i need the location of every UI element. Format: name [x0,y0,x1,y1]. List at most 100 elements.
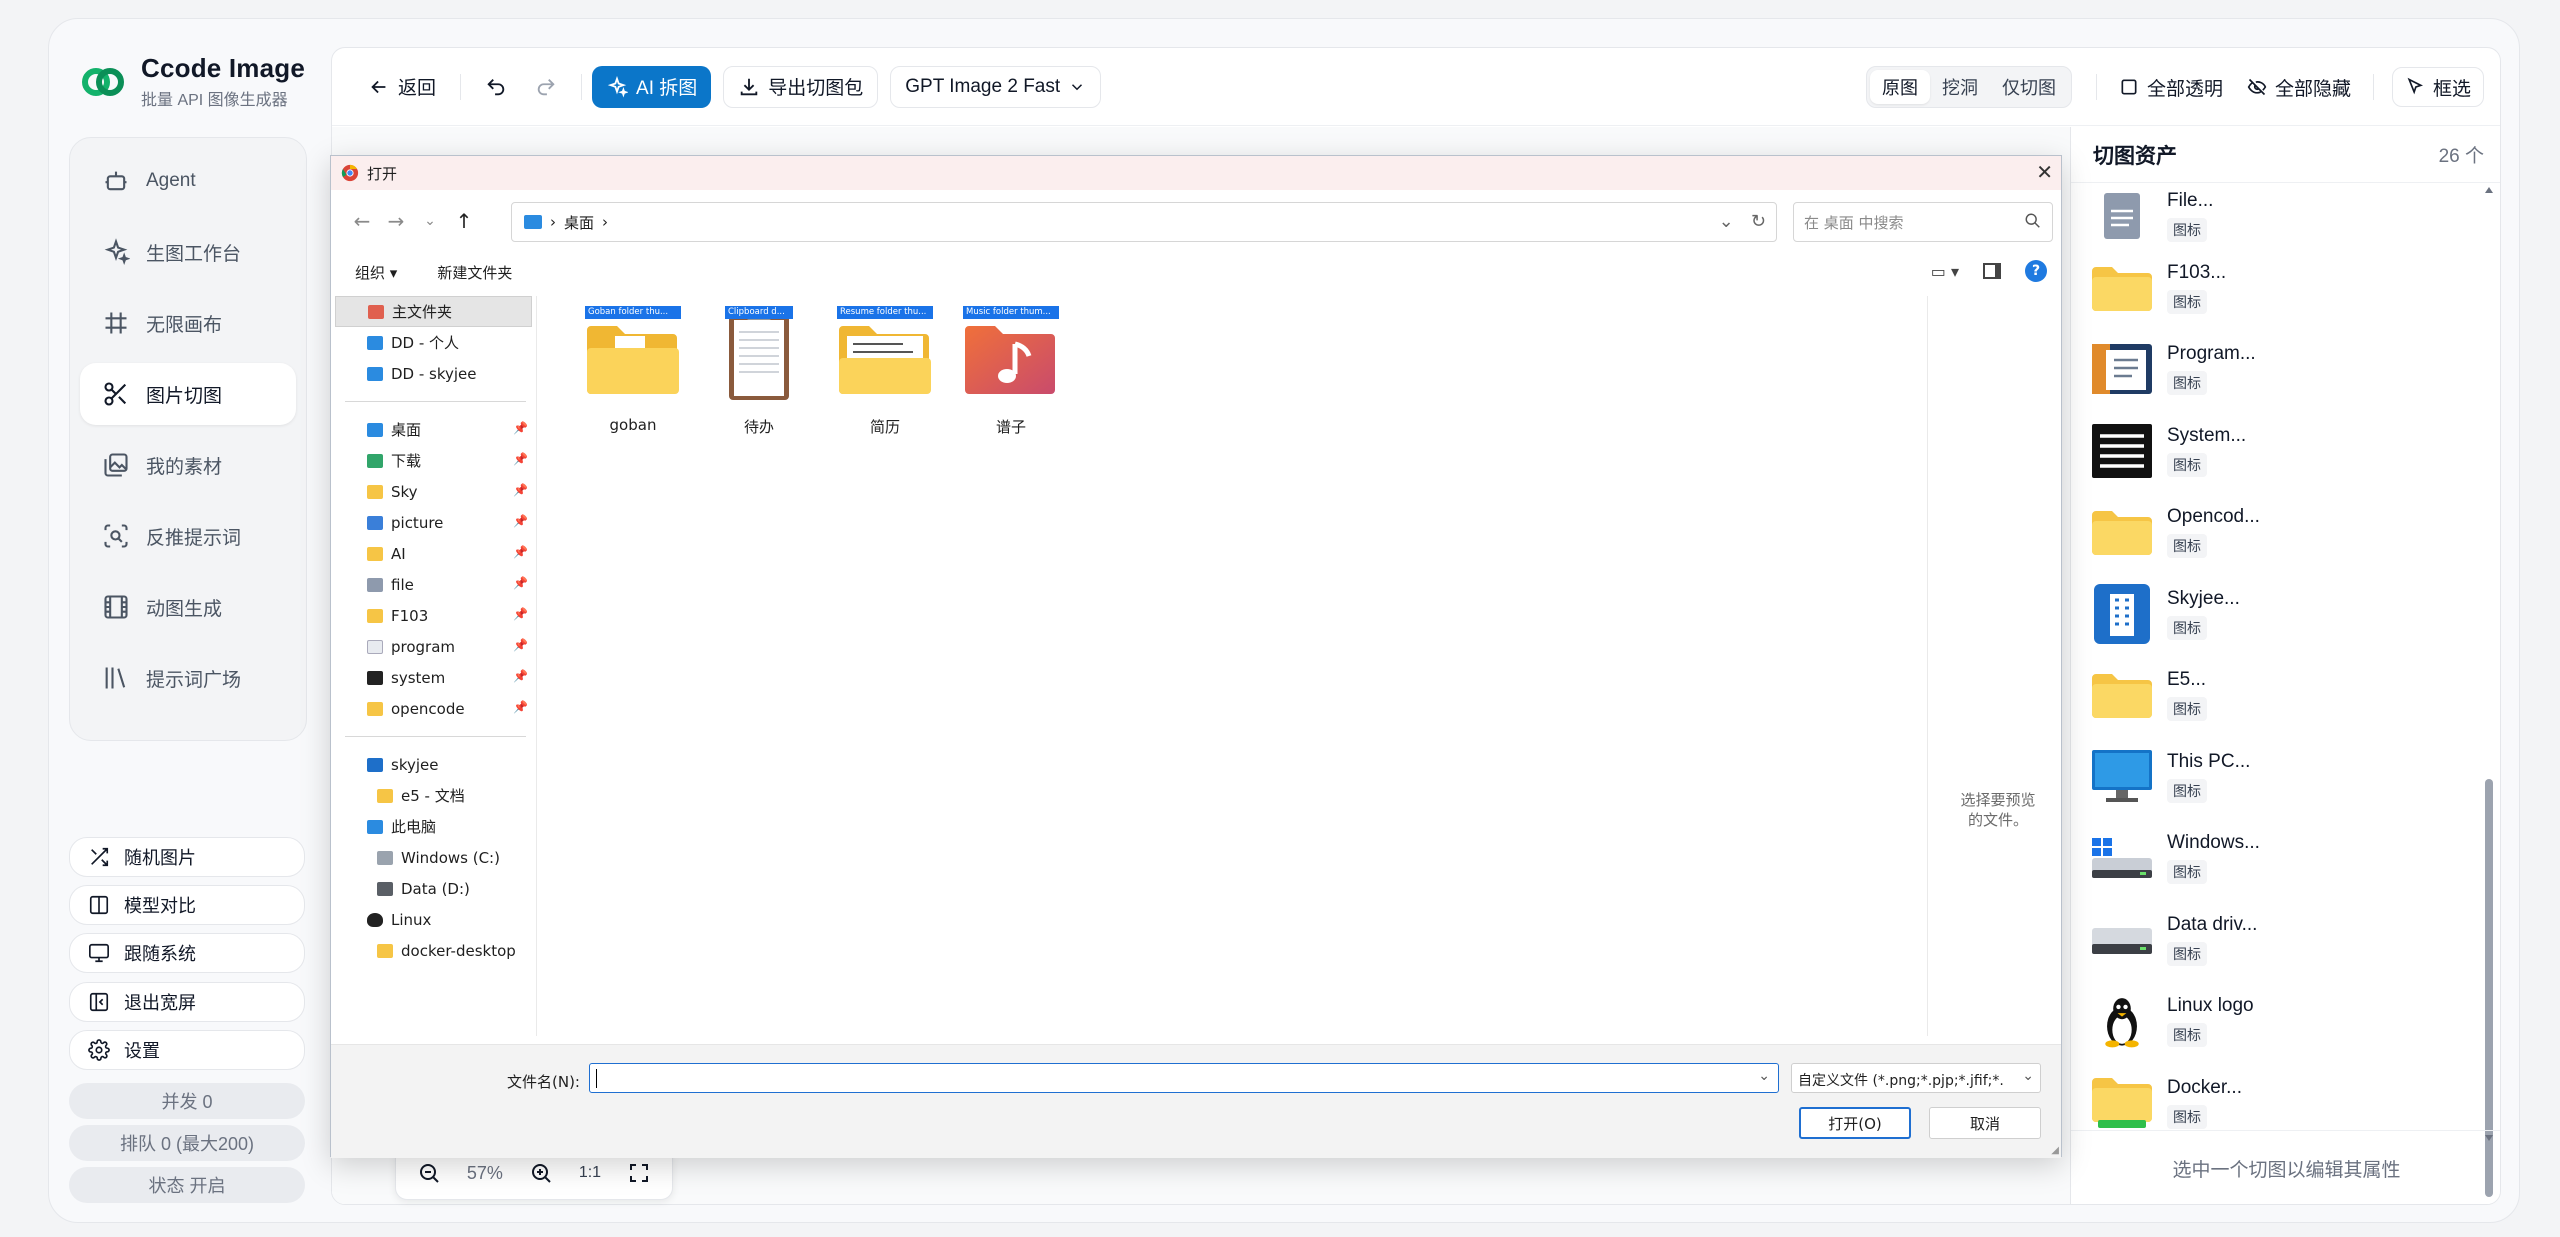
tree-item-program[interactable]: program 📌 [331,631,536,662]
tree-item-dd-skyjee[interactable]: DD - skyjee [331,358,536,389]
asset-item[interactable]: File... 图标 [2071,185,2481,247]
back-arrow-icon[interactable]: ← [345,209,379,233]
tree-item-f103[interactable]: F103 📌 [331,600,536,631]
select-label: 框选 [2432,78,2471,100]
filename-input[interactable]: ⌄ [589,1063,1779,1093]
model-compare-button[interactable]: 模型对比 [69,885,305,925]
zoom-reset-button[interactable]: 1:1 [579,1164,601,1182]
mode-slices-only[interactable]: 仅切图 [1990,70,2068,104]
tree-item-opencode[interactable]: opencode 📌 [331,693,536,724]
scroll-up-icon [2485,187,2493,193]
toolbar-right: 原图 挖洞 仅切图 全部透明 全部隐藏 框选 [1865,66,2484,108]
asset-item[interactable]: Opencod... 图标 [2071,492,2481,574]
resize-grip-icon[interactable]: ◢ [2051,1145,2059,1156]
mode-original[interactable]: 原图 [1869,70,1930,104]
tree-item-windows-c[interactable]: Windows (C:) [331,842,536,873]
tree-item-home[interactable]: 主文件夹 [335,296,532,327]
tree-item-sky[interactable]: Sky 📌 [331,476,536,507]
pin-icon: 📌 [513,638,528,652]
cancel-button[interactable]: 取消 [1929,1107,2041,1139]
linux-penguin-icon [2091,991,2153,1051]
drive-icon [2091,910,2153,970]
sidebar-item-slice[interactable]: 图片切图 [80,363,296,425]
export-slices-button[interactable]: 导出切图包 [723,65,879,108]
asset-item[interactable]: F103... 图标 [2071,247,2481,329]
redo-button[interactable] [521,66,571,108]
dialog-search-input[interactable]: 在 桌面 中搜索 [1793,202,2053,242]
asset-scrollbar[interactable] [2482,183,2496,1197]
view-mode-icon[interactable]: ▭ ▾ [1931,262,1959,281]
model-select[interactable]: GPT Image 2 Fast [890,65,1102,108]
file-item-sheet-music[interactable]: Music folder thum... 谱子 [949,306,1073,437]
asset-item[interactable]: Windows... 图标 [2071,818,2481,900]
help-icon[interactable]: ? [2025,260,2047,282]
tree-item-picture[interactable]: picture 📌 [331,507,536,538]
fullscreen-icon[interactable] [627,1161,651,1185]
close-icon[interactable]: ✕ [2036,160,2053,184]
tree-divider [345,401,526,402]
asset-item[interactable]: Linux logo 图标 [2071,981,2481,1063]
asset-item[interactable]: E5... 图标 [2071,655,2481,737]
open-button[interactable]: 打开(O) [1799,1107,1911,1139]
recent-dropdown-icon[interactable]: ⌄ [413,213,447,229]
sidebar-item-reverse-prompt[interactable]: 反推提示词 [80,505,296,567]
new-folder-button[interactable]: 新建文件夹 [437,262,512,283]
all-transparent-button[interactable]: 全部透明 [2107,67,2235,107]
up-arrow-icon[interactable]: ↑ [447,209,481,233]
forward-arrow-icon[interactable]: → [379,209,413,233]
tree-item-this-pc[interactable]: 此电脑 [331,811,536,842]
asset-tag: 图标 [2167,778,2207,803]
asset-tag: 图标 [2167,697,2207,722]
tree-item-file[interactable]: file 📌 [331,569,536,600]
undo-button[interactable] [471,66,521,108]
asset-item[interactable]: Skyjee... 图标 [2071,573,2481,655]
file-type-select[interactable]: 自定义文件 (*.png;*.pjp;*.jfif;*. ⌄ [1791,1063,2041,1093]
sidebar-item-studio[interactable]: 生图工作台 [80,221,296,283]
tree-item-label: program [391,637,456,656]
tree-item-linux[interactable]: Linux [331,904,536,935]
organize-menu[interactable]: 组织 ▾ [355,262,397,283]
refresh-icon[interactable]: ↻ [1751,211,1766,232]
address-dropdown-icon[interactable]: ⌄ [1719,211,1734,232]
zoom-in-icon[interactable] [529,1161,553,1185]
marquee-select-button[interactable]: 框选 [2391,67,2484,107]
breadcrumb-desktop[interactable]: 桌面 [564,212,594,233]
settings-button[interactable]: 设置 [69,1030,305,1070]
preview-pane-icon[interactable] [1983,263,2001,279]
back-button[interactable]: 返回 [354,66,450,108]
asset-item[interactable]: This PC... 图标 [2071,736,2481,818]
asset-list: File... 图标 F103... 图标 Program... 图标 Syst… [2071,185,2481,1145]
file-item-goban[interactable]: Goban folder thu... goban [571,306,695,437]
chevron-down-icon[interactable]: ⌄ [1758,1068,1770,1084]
random-image-button[interactable]: 随机图片 [69,837,305,877]
asset-item[interactable]: System... 图标 [2071,410,2481,492]
address-bar[interactable]: › 桌面 › ⌄ ↻ [511,202,1777,242]
tree-item-skyjee[interactable]: skyjee [331,749,536,780]
sidebar-item-animation[interactable]: 动图生成 [80,576,296,638]
follow-system-button[interactable]: 跟随系统 [69,933,305,973]
exit-widescreen-button[interactable]: 退出宽屏 [69,982,305,1022]
all-hidden-button[interactable]: 全部隐藏 [2235,67,2363,107]
sidebar-item-materials[interactable]: 我的素材 [80,434,296,496]
tree-item-docker-desktop[interactable]: docker-desktop [331,935,536,966]
asset-item[interactable]: Program... 图标 [2071,329,2481,411]
mode-hollow[interactable]: 挖洞 [1930,70,1990,104]
tree-item-data-d[interactable]: Data (D:) [331,873,536,904]
tree-item-dd-personal[interactable]: DD - 个人 [331,327,536,358]
asset-item[interactable]: Data driv... 图标 [2071,899,2481,981]
tree-item-desktop[interactable]: 桌面 📌 [331,414,536,445]
asset-name: Data driv... [2167,913,2258,935]
file-item-todo[interactable]: Clipboard d... 待办 [697,306,821,437]
tree-item-e5-docs[interactable]: e5 - 文档 [331,780,536,811]
grid-hash-icon [105,312,127,334]
tree-item-downloads[interactable]: 下载 📌 [331,445,536,476]
sidebar-item-agent[interactable]: Agent [80,150,296,212]
tree-item-system[interactable]: system 📌 [331,662,536,693]
ai-split-button[interactable]: AI 拆图 [592,65,712,108]
sidebar-item-canvas[interactable]: 无限画布 [80,292,296,354]
sidebar-item-prompt-plaza[interactable]: 提示词广场 [80,647,296,709]
tree-item-ai[interactable]: AI 📌 [331,538,536,569]
zoom-level: 57% [466,1162,503,1183]
zoom-out-icon[interactable] [417,1161,441,1185]
file-item-resume[interactable]: Resume folder thu... 简历 [823,306,947,437]
